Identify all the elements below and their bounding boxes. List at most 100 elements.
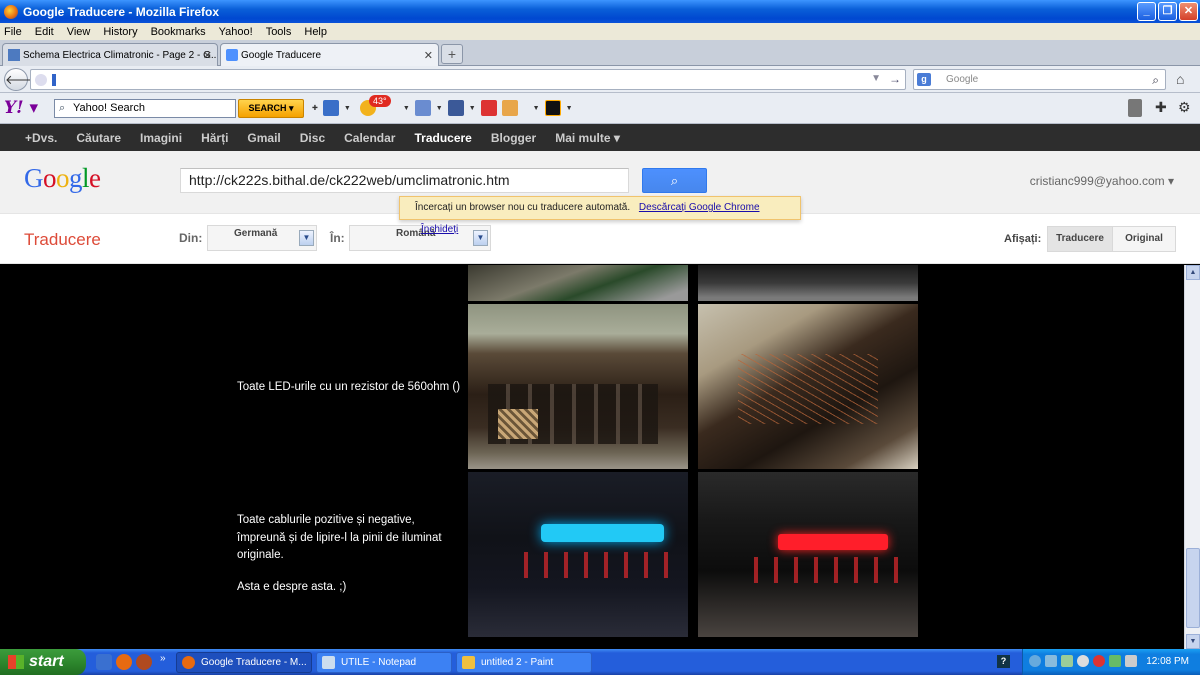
volume-icon[interactable] [1125, 655, 1137, 667]
menu-view[interactable]: View [67, 26, 91, 38]
ebay-menu-dropdown-icon[interactable]: ▼ [566, 105, 573, 112]
tray-app2-icon[interactable] [1077, 655, 1089, 667]
back-button[interactable]: 🡐 [4, 68, 40, 91]
menu-history[interactable]: History [103, 26, 137, 38]
photo-wiring [698, 304, 918, 469]
browser-search-input[interactable]: g Google ⌕ [913, 69, 1166, 90]
photo-wires [738, 354, 878, 424]
photo-circuit-board-2 [698, 265, 918, 301]
news-dropdown-icon[interactable]: ▼ [436, 105, 443, 112]
photo-climatronic-blue [468, 472, 688, 637]
media-quicklaunch-icon[interactable] [136, 654, 152, 670]
clock[interactable]: 12:08 PM [1146, 656, 1189, 667]
yahoo-logo[interactable]: Y! ▾ [4, 98, 38, 118]
puzzle-icon[interactable] [501, 100, 518, 116]
chevron-down-icon[interactable]: ▼ [299, 230, 314, 246]
yahoo-search-text: Yahoo! Search [73, 102, 145, 114]
go-arrow-icon[interactable]: → [889, 72, 901, 86]
tray-app-icon[interactable] [1061, 655, 1073, 667]
title-bar[interactable]: Google Traducere - Mozilla Firefox _ ❐ ✕ [0, 0, 1200, 23]
start-button[interactable]: start [0, 649, 86, 675]
quicklaunch-expand-icon[interactable]: » [160, 653, 166, 664]
firefox-quicklaunch-icon[interactable] [116, 654, 132, 670]
youtube-icon[interactable] [480, 100, 497, 116]
red-button-leds [738, 557, 898, 583]
tab-schema-electrica[interactable]: Schema Electrica Climatronic - Page 2 - … [2, 43, 218, 66]
weather-dropdown-icon[interactable]: ▼ [403, 105, 410, 112]
scroll-thumb[interactable] [1186, 548, 1200, 628]
source-language-select[interactable]: Germană ▼ [207, 225, 317, 251]
maximize-icon[interactable]: ❐ [1158, 2, 1177, 21]
show-desktop-icon[interactable] [96, 654, 112, 670]
gbar-item-images[interactable]: Imagini [140, 131, 182, 145]
gbar-item-plus[interactable]: +Dvs. [25, 131, 57, 145]
google-search-engine-icon[interactable]: g [917, 73, 931, 86]
mail-dropdown-icon[interactable]: ▼ [344, 105, 351, 112]
news-icon[interactable] [414, 100, 431, 116]
url-bar[interactable]: ▼ → [30, 69, 906, 90]
view-original-button[interactable]: Original [1112, 226, 1176, 252]
system-tray: ? 12:08 PM [997, 649, 1200, 675]
facebook-dropdown-icon[interactable]: ▼ [469, 105, 476, 112]
tab-close-icon[interactable]: ✕ [203, 49, 212, 62]
ebay-icon[interactable] [544, 100, 561, 116]
menu-edit[interactable]: Edit [35, 26, 54, 38]
menu-tools[interactable]: Tools [266, 26, 292, 38]
gbar-item-drive[interactable]: Disc [300, 131, 325, 145]
gbar-item-blogger[interactable]: Blogger [491, 131, 536, 145]
ebay-dropdown-icon[interactable]: ▼ [533, 105, 540, 112]
translate-search-button[interactable]: ⌕ [642, 168, 707, 193]
tray-expand-icon[interactable] [1029, 655, 1041, 667]
search-icon[interactable]: ⌕ [1152, 71, 1159, 90]
google-logo[interactable]: Google [24, 163, 101, 194]
antivirus-icon[interactable] [1093, 655, 1105, 667]
task-paint[interactable]: untitled 2 - Paint [456, 652, 592, 673]
yahoo-search-button[interactable]: SEARCH ▾ [238, 99, 304, 118]
user-account[interactable]: cristianc999@yahoo.com ▾ [1030, 174, 1174, 188]
help-icon[interactable]: ? [997, 655, 1010, 668]
site-identity-icon[interactable] [35, 74, 47, 86]
gbar-item-search[interactable]: Căutare [76, 131, 121, 145]
yahoo-search-input[interactable]: ⌕ Yahoo! Search [54, 99, 236, 118]
mail-icon[interactable] [322, 100, 339, 116]
new-tab-button[interactable]: + [441, 44, 463, 64]
weather-badge: 43° [369, 95, 391, 107]
gbar-item-translate[interactable]: Traducere [414, 131, 471, 145]
scroll-up-icon[interactable]: ▲ [1186, 265, 1200, 280]
navigation-bar: 🡐 ▼ → g Google ⌕ ⌂ [0, 66, 1200, 93]
menu-help[interactable]: Help [304, 26, 327, 38]
scroll-down-icon[interactable]: ▼ [1186, 634, 1200, 649]
toolbar-options-icon[interactable] [1128, 99, 1142, 117]
menu-file[interactable]: File [4, 26, 22, 38]
gbar-item-more[interactable]: Mai multe ▾ [555, 131, 620, 145]
gbar-item-maps[interactable]: Hărți [201, 131, 228, 145]
menu-yahoo[interactable]: Yahoo! [219, 26, 253, 38]
network-icon[interactable] [1045, 655, 1057, 667]
close-icon[interactable]: ✕ [1179, 2, 1198, 21]
add-icon[interactable]: ✚ [1155, 99, 1167, 116]
download-chrome-link[interactable]: Descărcați Google Chrome [639, 202, 760, 213]
tray-app3-icon[interactable] [1109, 655, 1121, 667]
chevron-down-icon[interactable]: ▼ [473, 230, 488, 246]
view-translation-button[interactable]: Traducere [1047, 226, 1113, 252]
facebook-icon[interactable] [447, 100, 464, 116]
translate-url-input[interactable]: http://ck222s.bithal.de/ck222web/umclima… [180, 168, 629, 193]
task-firefox[interactable]: Google Traducere - M... [176, 652, 312, 673]
translated-page-content: Toate LED-urile cu un rezistor de 560ohm… [0, 265, 1184, 649]
vertical-scrollbar[interactable]: ▲ ▼ [1184, 265, 1200, 649]
gbar-item-gmail[interactable]: Gmail [247, 131, 280, 145]
tab-google-traducere[interactable]: Google Traducere ✕ [220, 43, 439, 66]
task-notepad[interactable]: UTILE - Notepad [316, 652, 452, 673]
menu-bookmarks[interactable]: Bookmarks [151, 26, 206, 38]
home-icon[interactable]: ⌂ [1176, 71, 1184, 87]
gear-icon[interactable]: ⚙ [1178, 99, 1191, 116]
close-notice-link[interactable]: Închideți [421, 224, 458, 235]
toolbar-icons: ✚ ▼ ▼ ▼ ▼ ▼ ▼ [312, 100, 573, 116]
gbar-item-calendar[interactable]: Calendar [344, 131, 395, 145]
url-history-dropdown-icon[interactable]: ▼ [871, 73, 881, 84]
firefox-window: Google Traducere - Mozilla Firefox _ ❐ ✕… [0, 0, 1200, 675]
minimize-icon[interactable]: _ [1137, 2, 1156, 21]
tab-close-icon[interactable]: ✕ [424, 49, 433, 62]
content-text-cables: Toate cablurile pozitive și negative, îm… [237, 512, 442, 565]
google-translate-favicon-icon [226, 49, 238, 61]
